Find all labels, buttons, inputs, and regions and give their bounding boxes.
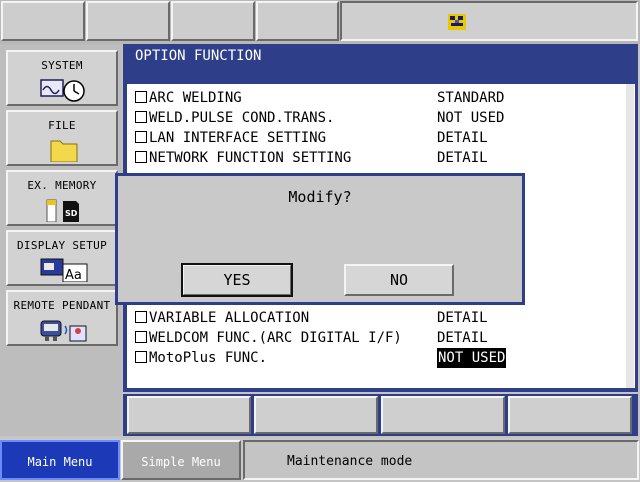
option-value[interactable]: DETAIL <box>437 308 488 328</box>
scrollbar[interactable] <box>626 84 634 388</box>
option-value[interactable]: STANDARD <box>437 88 504 108</box>
confirm-dialog: Modify? YES NO <box>115 173 525 305</box>
bottom-bar: Main Menu Simple Menu Maintenance mode <box>0 438 640 480</box>
option-value[interactable]: DETAIL <box>437 328 488 348</box>
folder-icon <box>50 140 78 162</box>
svg-text:SD: SD <box>65 209 78 218</box>
list-item[interactable]: NETWORK FUNCTION SETTING DETAIL <box>135 148 488 168</box>
list-item[interactable]: MotoPlus FUNC. NOT USED <box>135 348 507 368</box>
function-key-3[interactable] <box>381 396 505 434</box>
yes-button[interactable]: YES <box>181 263 293 297</box>
option-label: ARC WELDING <box>149 90 242 106</box>
svg-text:Aa: Aa <box>65 268 82 282</box>
page-title: OPTION FUNCTION <box>135 48 262 64</box>
status-slot-4[interactable] <box>256 1 339 41</box>
sidebar-item-label: SYSTEM <box>41 59 83 72</box>
status-slot-2[interactable] <box>86 1 170 41</box>
option-label: WELDCOM FUNC.(ARC DIGITAL I/F) <box>149 330 402 346</box>
list-item[interactable]: VARIABLE ALLOCATION DETAIL <box>135 308 488 328</box>
list-item[interactable]: LAN INTERFACE SETTING DETAIL <box>135 128 488 148</box>
option-label: WELD.PULSE COND.TRANS. <box>149 110 335 126</box>
function-key-1[interactable] <box>127 396 251 434</box>
sidebar: SYSTEM FILE EX. MEMORY SD DISPLAY SETUP <box>0 44 122 436</box>
sidebar-item-label: REMOTE PENDANT <box>13 299 111 312</box>
clock-wave-icon <box>40 79 85 102</box>
message-area: Maintenance mode <box>243 440 639 480</box>
function-key-bar <box>123 394 638 436</box>
checkbox[interactable] <box>135 310 147 323</box>
status-slot-1[interactable] <box>1 1 85 41</box>
sidebar-item-file[interactable]: FILE <box>6 110 118 166</box>
dialog-message: Modify? <box>288 188 352 206</box>
pendant-icon <box>40 320 87 342</box>
sidebar-item-label: EX. MEMORY <box>27 179 97 192</box>
option-label: MotoPlus FUNC. <box>149 350 268 366</box>
option-value-selected[interactable]: NOT USED <box>437 348 507 368</box>
robot-status-icon <box>448 14 466 30</box>
sidebar-item-ex-memory[interactable]: EX. MEMORY SD <box>6 170 118 226</box>
checkbox[interactable] <box>135 130 147 143</box>
list-item[interactable]: ARC WELDING STANDARD <box>135 88 504 108</box>
option-value[interactable]: NOT USED <box>437 108 504 128</box>
checkbox[interactable] <box>135 90 147 103</box>
option-label: NETWORK FUNCTION SETTING <box>149 150 352 166</box>
display-font-icon: Aa <box>40 258 88 282</box>
status-area <box>340 1 638 41</box>
sidebar-item-label: DISPLAY SETUP <box>17 239 107 252</box>
sidebar-item-label: FILE <box>48 119 76 132</box>
sidebar-item-remote-pendant[interactable]: REMOTE PENDANT <box>6 290 118 346</box>
no-button[interactable]: NO <box>344 264 454 296</box>
sidebar-item-system[interactable]: SYSTEM <box>6 50 118 106</box>
checkbox[interactable] <box>135 110 147 123</box>
option-value[interactable]: DETAIL <box>437 148 488 168</box>
simple-menu-button[interactable]: Simple Menu <box>121 440 241 480</box>
option-value[interactable]: DETAIL <box>437 128 488 148</box>
checkbox[interactable] <box>135 330 147 343</box>
status-slot-3[interactable] <box>171 1 255 41</box>
option-label: LAN INTERFACE SETTING <box>149 130 327 146</box>
sd-card-icon: SD <box>46 199 79 222</box>
list-item[interactable]: WELDCOM FUNC.(ARC DIGITAL I/F) DETAIL <box>135 328 488 348</box>
checkbox[interactable] <box>135 350 147 363</box>
function-key-4[interactable] <box>508 396 632 434</box>
checkbox[interactable] <box>135 150 147 163</box>
list-item[interactable]: WELD.PULSE COND.TRANS. NOT USED <box>135 108 504 128</box>
function-key-2[interactable] <box>254 396 378 434</box>
option-label: VARIABLE ALLOCATION <box>149 310 310 326</box>
sidebar-item-display-setup[interactable]: DISPLAY SETUP Aa <box>6 230 118 286</box>
main-menu-button[interactable]: Main Menu <box>0 440 120 480</box>
top-status-bar <box>0 0 640 44</box>
